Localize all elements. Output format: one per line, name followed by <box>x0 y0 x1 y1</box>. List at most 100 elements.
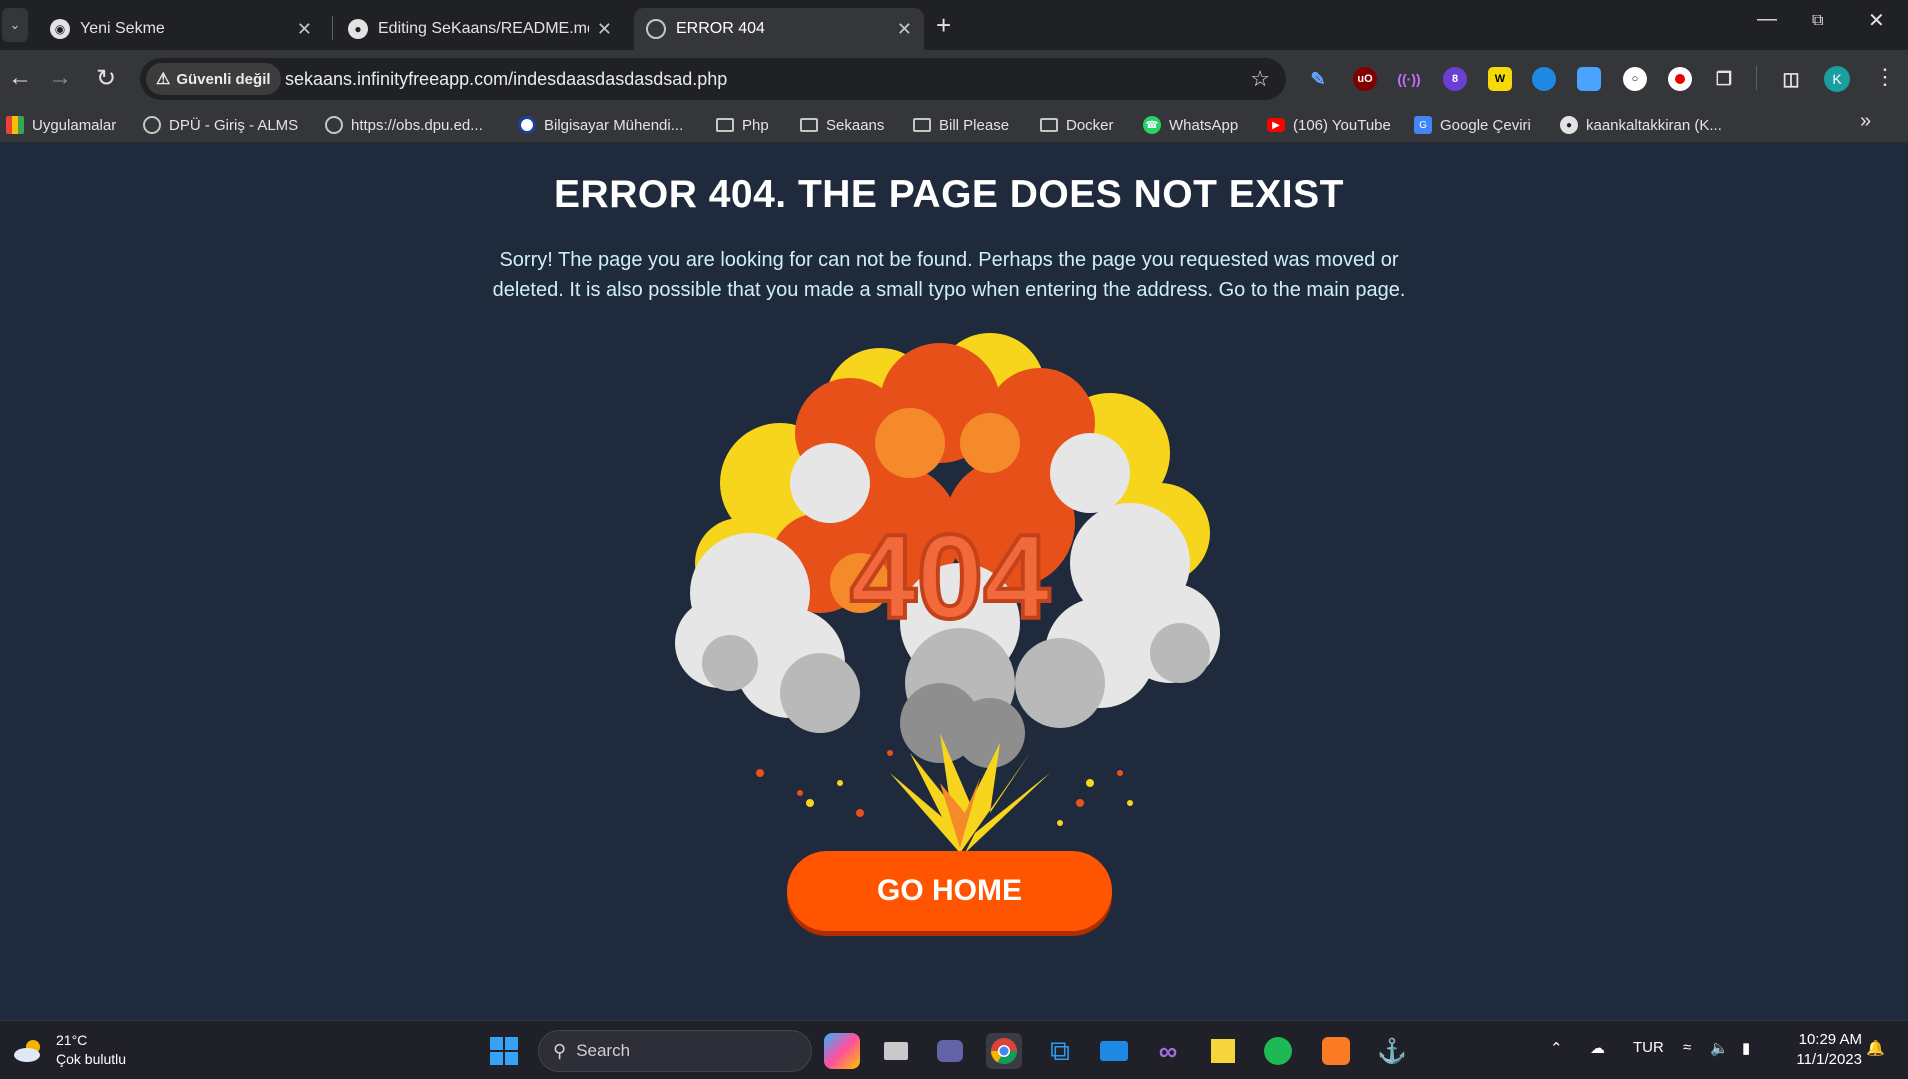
security-chip[interactable]: ⚠ Güvenli değil <box>146 63 281 95</box>
copilot-icon[interactable] <box>824 1033 860 1069</box>
visual-studio-icon[interactable]: ∞ <box>1150 1033 1186 1069</box>
menu-kebab-icon[interactable]: ⋮ <box>1874 64 1896 90</box>
close-window-icon[interactable]: ✕ <box>1868 8 1885 33</box>
onedrive-cloud-icon[interactable]: ☁ <box>1590 1039 1605 1057</box>
error-message: Sorry! The page you are looking for can … <box>492 249 1406 301</box>
forward-arrow-icon[interactable]: → <box>48 64 72 92</box>
address-bar[interactable]: ⚠ Güvenli değil sekaans.infinityfreeapp.… <box>140 58 1286 100</box>
ublock-origin-icon[interactable]: uO <box>1353 67 1377 91</box>
clock-time: 10:29 AM <box>1798 1031 1862 1048</box>
globe-icon <box>143 116 161 134</box>
xampp-icon[interactable] <box>1318 1033 1354 1069</box>
university-icon <box>518 116 536 134</box>
side-panel-icon[interactable]: ◫ <box>1779 67 1803 91</box>
teams-chat-icon[interactable] <box>932 1033 968 1069</box>
mail-icon[interactable] <box>1096 1033 1132 1069</box>
tab-title: Editing SeKaans/README.md a <box>378 20 589 37</box>
extension-badge-icon[interactable]: 8 <box>1443 67 1467 91</box>
taskbar-search-input[interactable]: ⚲ Search <box>538 1030 812 1072</box>
circle-extension-icon[interactable]: ○ <box>1623 67 1647 91</box>
bookmark-label: DPÜ - Giriş - ALMS <box>169 116 299 134</box>
close-icon[interactable]: ✕ <box>297 19 312 40</box>
record-extension-icon[interactable] <box>1668 67 1692 91</box>
tab-search-button[interactable]: ⌄ <box>2 8 28 42</box>
bookmark-github-kaankaltakkiran[interactable]: ● kaankaltakkiran (K... <box>1560 113 1722 137</box>
bookmark-label: Uygulamalar <box>32 116 117 134</box>
system-clock[interactable]: 10:29 AM 11/1/2023 <box>1782 1030 1862 1070</box>
bookmark-folder-bill-please[interactable]: Bill Please <box>913 113 1009 137</box>
new-tab-button[interactable]: + <box>936 10 951 41</box>
youtube-icon: ▶ <box>1267 118 1285 132</box>
github-icon: ● <box>348 19 368 39</box>
bookmark-label: (106) YouTube <box>1293 116 1391 134</box>
bookmark-label: WhatsApp <box>1169 116 1239 134</box>
chrome-taskbar-icon[interactable] <box>986 1033 1022 1069</box>
bookmark-label: Google Çeviri <box>1440 116 1531 134</box>
clipboard-extension-icon[interactable] <box>1577 67 1601 91</box>
close-icon[interactable]: ✕ <box>597 19 612 40</box>
back-arrow-icon[interactable]: ← <box>8 64 32 92</box>
bookmark-label: Bilgisayar Mühendi... <box>544 116 684 134</box>
extensions-puzzle-icon[interactable]: ❐ <box>1712 67 1736 91</box>
language-indicator[interactable]: TUR <box>1633 1039 1664 1056</box>
go-home-button[interactable]: GO HOME <box>787 851 1112 931</box>
edge-extension-icon[interactable] <box>1532 67 1556 91</box>
apps-grid-icon <box>6 116 24 134</box>
weather-temperature: 21°C <box>56 1032 88 1048</box>
bookmark-folder-docker[interactable]: Docker <box>1040 113 1114 137</box>
bookmark-label: Docker <box>1066 116 1114 134</box>
bookmark-uygulamalar[interactable]: Uygulamalar <box>6 113 116 137</box>
github-icon: ● <box>1560 116 1578 134</box>
weather-description: Çok bulutlu <box>56 1051 127 1067</box>
profile-avatar[interactable]: K <box>1824 66 1850 92</box>
bookmark-obs-dpu[interactable]: https://obs.dpu.ed... <box>325 113 483 137</box>
bookmark-label: Bill Please <box>939 116 1010 134</box>
tab-title: Yeni Sekme <box>80 20 165 37</box>
reload-icon[interactable]: ↻ <box>96 64 116 93</box>
wifi-icon[interactable]: ≈ <box>1683 1039 1691 1056</box>
tab-strip: ⌄ ◉ Yeni Sekme ✕ ● Editing SeKaans/READM… <box>0 0 1908 50</box>
restore-icon[interactable]: ⧉ <box>1812 12 1823 30</box>
show-hidden-icons-chevron-icon[interactable]: ⌃ <box>1550 1039 1563 1057</box>
tab-github-readme[interactable]: ● Editing SeKaans/README.md a ✕ <box>336 8 624 50</box>
windows-start-icon[interactable] <box>486 1033 522 1069</box>
bookmark-folder-php[interactable]: Php <box>716 113 769 137</box>
task-view-icon[interactable] <box>878 1033 914 1069</box>
browser-toolbar: ← → ↻ ⚠ Güvenli değil sekaans.infinityfr… <box>0 50 1908 107</box>
dev-tools-extension-icon[interactable]: ✎ <box>1306 67 1330 91</box>
tab-error-404[interactable]: ERROR 404 ✕ <box>634 8 924 50</box>
tab-yeni-sekme[interactable]: ◉ Yeni Sekme ✕ <box>38 8 324 50</box>
notification-bell-icon[interactable]: 🔔 <box>1866 1039 1885 1057</box>
bookmarks-overflow-icon[interactable]: » <box>1860 110 1871 133</box>
bookmark-whatsapp[interactable]: ☎ WhatsApp <box>1143 113 1238 137</box>
broadcast-extension-icon[interactable]: ((·)) <box>1397 67 1421 91</box>
chevron-down-icon: ⌄ <box>9 17 21 32</box>
bookmark-label: kaankaltakkiran (K... <box>1586 116 1722 134</box>
bookmark-dpu-alms[interactable]: DPÜ - Giriş - ALMS <box>143 113 298 137</box>
bookmark-google-ceviri[interactable]: G Google Çeviri <box>1414 113 1531 137</box>
search-placeholder: Search <box>576 1041 631 1060</box>
windows-taskbar: 21°C Çok bulutlu ⚲ Search ⧉ ∞ ⚓ ⌃ ☁ TUR … <box>0 1020 1908 1079</box>
wappalyzer-icon[interactable]: W <box>1488 67 1512 91</box>
sticky-notes-icon[interactable] <box>1205 1033 1241 1069</box>
globe-icon <box>646 19 666 39</box>
bookmark-bilgisayar-muhendisligi[interactable]: Bilgisayar Mühendi... <box>518 113 683 137</box>
folder-icon <box>913 118 931 132</box>
page-title: ERROR 404. THE PAGE DOES NOT EXIST <box>554 173 1344 216</box>
weather-widget[interactable]: 21°C Çok bulutlu <box>12 1031 126 1069</box>
warning-icon: ⚠ <box>156 71 171 88</box>
bookmark-star-icon[interactable]: ☆ <box>1250 66 1270 92</box>
chrome-icon: ◉ <box>50 19 70 39</box>
bookmark-folder-sekaans[interactable]: Sekaans <box>800 113 884 137</box>
folder-icon <box>716 118 734 132</box>
vscode-icon[interactable]: ⧉ <box>1042 1033 1078 1069</box>
battery-icon[interactable]: ▮ <box>1742 1039 1750 1057</box>
security-label: Güvenli değil <box>176 70 271 88</box>
docker-desktop-icon[interactable]: ⚓ <box>1374 1033 1410 1069</box>
spotify-icon[interactable] <box>1260 1033 1296 1069</box>
volume-icon[interactable]: 🔈 <box>1710 1039 1729 1057</box>
bookmark-youtube[interactable]: ▶ (106) YouTube <box>1267 113 1391 137</box>
close-icon[interactable]: ✕ <box>897 19 912 40</box>
minimize-icon[interactable]: — <box>1757 8 1777 31</box>
url-text[interactable]: sekaans.infinityfreeapp.com/indesdaasdas… <box>285 69 727 90</box>
